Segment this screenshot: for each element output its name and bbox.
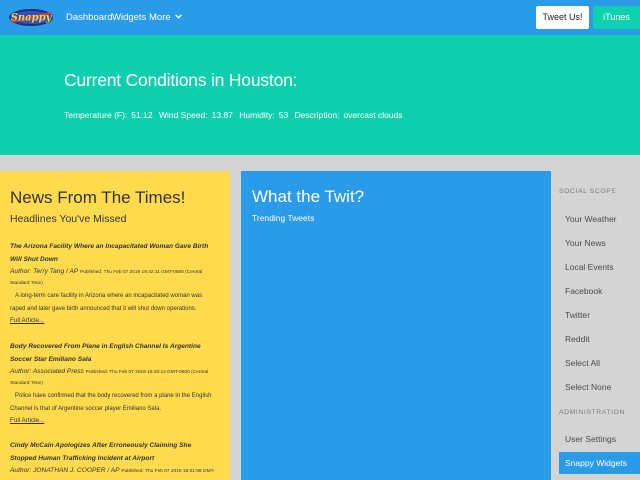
description-value: overcast clouds	[343, 110, 403, 120]
article-body: Police have confirmed that the body reco…	[10, 393, 212, 412]
temperature-label: Temperature (F):	[64, 110, 128, 120]
article-author: Author: JONATHAN J. COOPER / AP	[10, 467, 120, 474]
article-headline: The Arizona Facility Where an Incapacita…	[10, 243, 209, 263]
nav-dashboard[interactable]: Dashboard	[66, 12, 112, 23]
twitter-title: What the Twit?	[252, 187, 365, 206]
chevron-down-icon	[174, 14, 182, 19]
humidity-label: Humidity:	[239, 110, 275, 120]
twitter-panel: What the Twit? Trending Tweets	[241, 171, 551, 480]
news-article: The Arizona Facility Where an Incapacita…	[10, 241, 218, 326]
article-headline: Body Recovered From Plane in English Cha…	[10, 343, 201, 363]
news-subtitle: Headlines You've Missed	[10, 213, 127, 225]
wind-label: Wind Speed:	[158, 110, 208, 120]
article-meta: Author: Associated Press Published: Thu …	[10, 366, 218, 388]
trending-tweets-label: Trending Tweets	[252, 213, 315, 223]
weather-title: Current Conditions in Houston:	[64, 70, 298, 90]
news-article: Body Recovered From Plane in English Cha…	[10, 341, 218, 426]
humidity-value: 53	[278, 110, 289, 120]
sidebar-item-snappy-widgets[interactable]: Snappy Widgets	[559, 452, 640, 474]
temperature-value: 51.12	[131, 110, 153, 120]
itunes-button[interactable]: iTunes	[593, 6, 640, 29]
full-article-link[interactable]: Full Article...	[10, 315, 218, 326]
news-title: News From The Times!	[10, 188, 186, 207]
article-meta: Author: JONATHAN J. COOPER / AP Publishe…	[10, 465, 218, 480]
sidebar-item-twitter[interactable]: Twitter	[559, 304, 640, 326]
sidebar-item-your-weather[interactable]: Your Weather	[559, 208, 640, 230]
nav-more-label: More	[149, 12, 171, 23]
sidebar-item-select-all[interactable]: Select All	[559, 352, 640, 374]
sidebar-item-facebook[interactable]: Facebook	[559, 280, 640, 302]
social-scope-heading: SOCIAL SCOPE	[559, 188, 617, 195]
article-author: Author: Terry Tang / AP	[10, 268, 79, 275]
nav-widgets[interactable]: Widgets	[112, 12, 146, 23]
news-panel: News From The Times! Headlines You've Mi…	[0, 171, 230, 480]
sidebar-item-reddit[interactable]: Reddit	[559, 328, 640, 350]
tweet-us-button[interactable]: Tweet Us!	[536, 6, 589, 29]
article-meta: Author: Terry Tang / AP Published: Thu F…	[10, 266, 218, 288]
sidebar-item-select-none[interactable]: Select None	[559, 376, 640, 398]
description-label: Description:	[294, 110, 340, 120]
article-headline: Cindy McCain Apologizes After Erroneousl…	[10, 442, 192, 462]
administration-heading: ADMINISTRATION	[559, 409, 626, 416]
weather-hero: Current Conditions in Houston: Temperatu…	[0, 35, 640, 155]
nav-more-dropdown[interactable]: More	[149, 12, 182, 23]
sidebar-item-your-news[interactable]: Your News	[559, 232, 640, 254]
wind-value: 13.87	[211, 110, 233, 120]
sidebar-item-local-events[interactable]: Local Events	[559, 256, 640, 278]
article-author: Author: Associated Press	[10, 368, 84, 375]
full-article-link[interactable]: Full Article...	[10, 415, 218, 426]
sidebar-item-user-settings[interactable]: User Settings	[559, 428, 640, 450]
snappy-logo[interactable]: Snappy	[8, 7, 54, 28]
news-article: Cindy McCain Apologizes After Erroneousl…	[10, 440, 218, 480]
top-navbar: Snappy Dashboard Widgets More Tweet Us! …	[0, 0, 640, 35]
weather-conditions: Temperature (F): 51.12 Wind Speed: 13.87 H…	[64, 110, 407, 120]
logo-lettering: Snappy	[11, 13, 53, 24]
article-body: A long-term care facility in Arizona whe…	[10, 293, 203, 312]
